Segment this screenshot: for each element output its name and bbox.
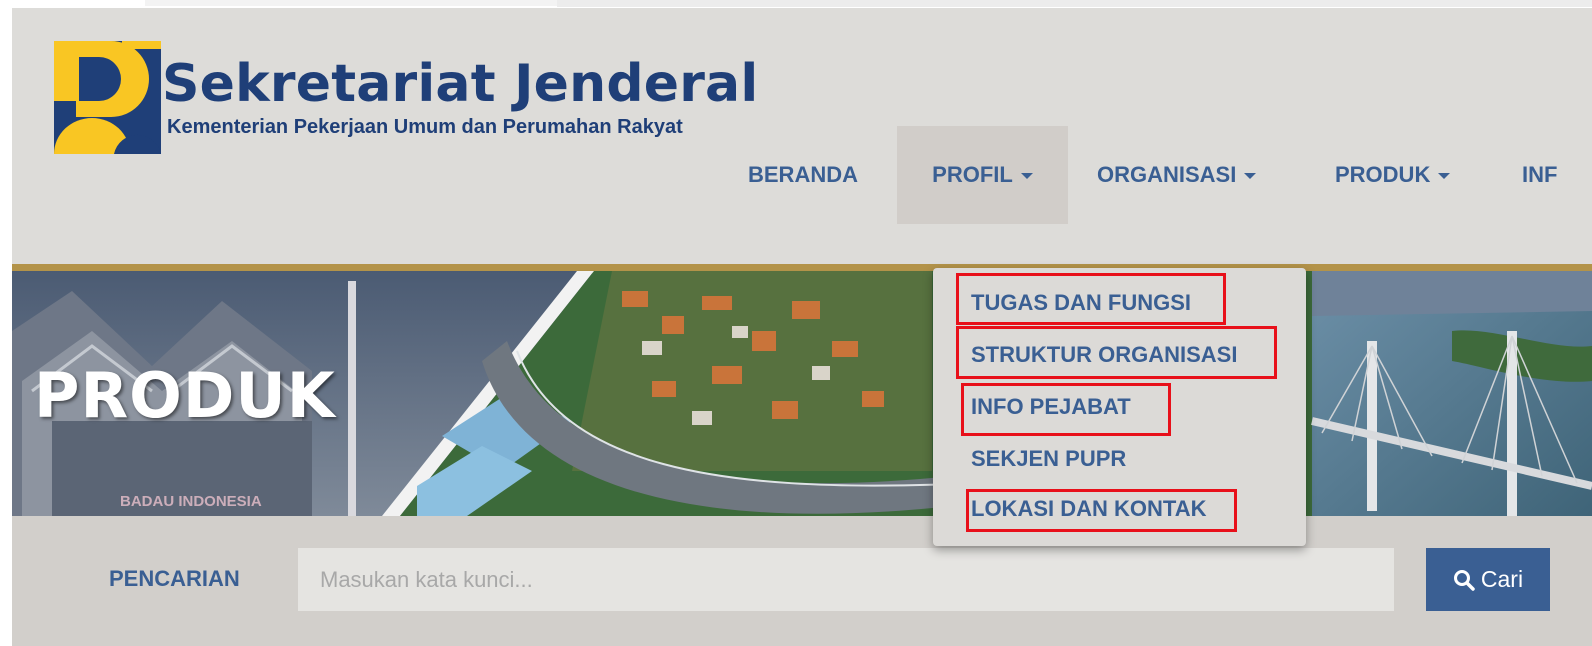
hero-banner: PRODUK BADAU INDONESIA [12,271,1592,516]
nav-item-label: ORGANISASI [1097,162,1237,187]
search-input[interactable] [298,548,1394,611]
banner-title: PRODUK [34,359,336,432]
profil-dropdown-menu: TUGAS DAN FUNGSI STRUKTUR ORGANISASI INF… [933,268,1306,546]
nav-item-produk[interactable]: PRODUK [1335,126,1451,224]
search-button[interactable]: Cari [1426,548,1550,611]
caret-down-icon [1438,173,1451,179]
site-logo[interactable] [54,41,161,154]
menu-item-tugas-dan-fungsi[interactable]: TUGAS DAN FUNGSI [971,290,1191,316]
nav-item-label: BERANDA [748,162,858,187]
menu-item-lokasi-dan-kontak[interactable]: LOKASI DAN KONTAK [971,496,1206,522]
nav-item-info[interactable]: INF [1522,126,1592,224]
nav-item-beranda[interactable]: BERANDA [748,126,858,224]
search-bar: PENCARIAN Cari [12,516,1592,646]
caret-down-icon [1020,173,1033,179]
search-button-label: Cari [1480,566,1524,592]
nav-item-label: PRODUK [1335,162,1431,187]
brand-subtitle: Kementerian Pekerjaan Umum dan Perumahan… [167,116,683,138]
brand-title: Sekretariat Jenderal [162,54,759,114]
search-label: PENCARIAN [109,566,240,591]
banner-sign-text: BADAU INDONESIA [120,493,262,510]
site-header: Sekretariat Jenderal Kementerian Pekerja… [12,8,1592,264]
nav-item-organisasi[interactable]: ORGANISASI [1097,126,1257,224]
caret-down-icon [1244,173,1257,179]
menu-item-sekjen-pupr[interactable]: SEKJEN PUPR [971,446,1126,472]
menu-item-info-pejabat[interactable]: INFO PEJABAT [971,394,1131,420]
header-divider [12,264,1592,271]
top-strip [557,0,1592,7]
top-strip [145,0,557,6]
menu-item-struktur-organisasi[interactable]: STRUKTUR ORGANISASI [971,342,1237,368]
pupr-logo-icon [54,41,161,154]
nav-item-label: INF [1522,162,1558,187]
search-icon [1453,569,1475,591]
nav-item-profil[interactable]: PROFIL [897,126,1068,224]
nav-item-label: PROFIL [932,162,1013,187]
